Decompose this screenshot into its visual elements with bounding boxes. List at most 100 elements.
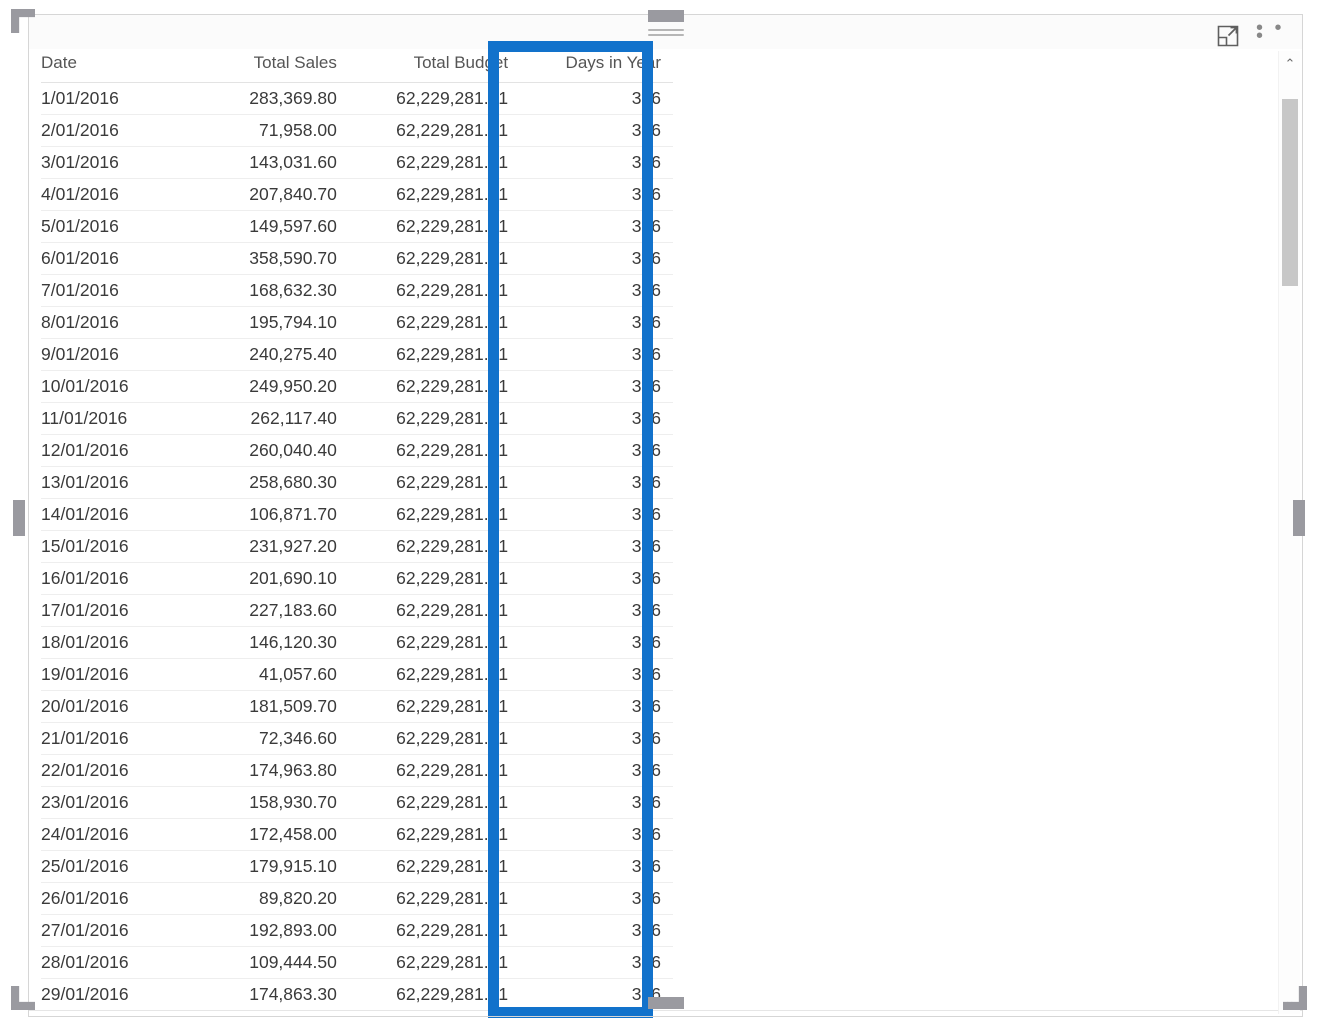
table-scroll-region[interactable]: Date Total Sales Total Budget Days in Ye… — [29, 49, 1302, 1016]
cell-days-in-year: 366 — [520, 754, 673, 787]
cell-total-sales: 158,930.70 — [185, 786, 349, 819]
table-row[interactable]: 25/01/2016 179,915.10 62,229,281.41 366 — [41, 850, 673, 883]
table-row[interactable]: 17/01/2016 227,183.60 62,229,281.41 366 — [41, 594, 673, 627]
cell-total-budget: 62,229,281.41 — [348, 306, 521, 339]
cell-date: 19/01/2016 — [41, 658, 186, 691]
cell-total-budget: 62,229,281.41 — [348, 498, 521, 531]
cell-date: 16/01/2016 — [41, 562, 186, 595]
table-row[interactable]: 21/01/2016 72,346.60 62,229,281.41 366 — [41, 722, 673, 755]
cell-total-budget: 62,229,281.41 — [348, 690, 521, 723]
table-row[interactable]: 22/01/2016 174,963.80 62,229,281.41 366 — [41, 754, 673, 787]
drag-handle-icon[interactable] — [647, 29, 684, 38]
table-row[interactable]: 20/01/2016 181,509.70 62,229,281.41 366 — [41, 690, 673, 723]
cell-days-in-year: 366 — [520, 658, 673, 691]
table-row[interactable]: 19/01/2016 41,057.60 62,229,281.41 366 — [41, 658, 673, 691]
table-visual-container[interactable]: • • • Date Total Sales Total Budget Days… — [28, 14, 1303, 1018]
cell-total-budget: 62,229,281.41 — [348, 338, 521, 371]
cell-date: 4/01/2016 — [41, 178, 186, 211]
cell-days-in-year: 366 — [520, 82, 673, 115]
focus-mode-icon[interactable] — [1214, 22, 1242, 50]
cell-total-budget: 62,229,281.41 — [348, 146, 521, 179]
cell-total-sales: 260,040.40 — [185, 434, 349, 467]
cell-days-in-year: 366 — [520, 722, 673, 755]
cell-total-sales: 283,369.80 — [185, 82, 349, 115]
cell-date: 29/01/2016 — [41, 978, 186, 1011]
cell-days-in-year: 366 — [520, 178, 673, 211]
table-row[interactable]: 3/01/2016 143,031.60 62,229,281.41 366 — [41, 146, 673, 179]
cell-date: 28/01/2016 — [41, 946, 186, 979]
table-row[interactable]: 27/01/2016 192,893.00 62,229,281.41 366 — [41, 914, 673, 947]
cell-date: 26/01/2016 — [41, 882, 186, 915]
cell-total-sales: 181,509.70 — [185, 690, 349, 723]
table-row[interactable]: 8/01/2016 195,794.10 62,229,281.41 366 — [41, 306, 673, 339]
cell-date: 2/01/2016 — [41, 114, 186, 147]
table-row[interactable]: 26/01/2016 89,820.20 62,229,281.41 366 — [41, 882, 673, 915]
table-row[interactable]: 5/01/2016 149,597.60 62,229,281.41 366 — [41, 210, 673, 243]
resize-handle-left-middle[interactable] — [13, 500, 25, 536]
column-header-total-budget[interactable]: Total Budget — [348, 49, 521, 83]
cell-date: 7/01/2016 — [41, 274, 186, 307]
cell-days-in-year: 366 — [520, 466, 673, 499]
selection-outline-bottom — [28, 1016, 1303, 1017]
cell-total-sales: 174,963.80 — [185, 754, 349, 787]
table-row[interactable]: 29/01/2016 174,863.30 62,229,281.41 366 — [41, 978, 673, 1011]
cell-date: 9/01/2016 — [41, 338, 186, 371]
cell-days-in-year: 366 — [520, 210, 673, 243]
cell-date: 8/01/2016 — [41, 306, 186, 339]
cell-total-budget: 62,229,281.41 — [348, 242, 521, 275]
cell-total-sales: 358,590.70 — [185, 242, 349, 275]
table-row[interactable]: 23/01/2016 158,930.70 62,229,281.41 366 — [41, 786, 673, 819]
scrollbar-thumb[interactable] — [1282, 99, 1298, 286]
table-row[interactable]: 4/01/2016 207,840.70 62,229,281.41 366 — [41, 178, 673, 211]
table-row[interactable]: 18/01/2016 146,120.30 62,229,281.41 366 — [41, 626, 673, 659]
cell-date: 27/01/2016 — [41, 914, 186, 947]
more-options-icon[interactable]: • • • — [1256, 18, 1292, 50]
table-header: Date Total Sales Total Budget Days in Ye… — [41, 49, 673, 83]
column-header-date[interactable]: Date — [41, 49, 186, 83]
table-row[interactable]: 10/01/2016 249,950.20 62,229,281.41 366 — [41, 370, 673, 403]
table-row[interactable]: 28/01/2016 109,444.50 62,229,281.41 366 — [41, 946, 673, 979]
cell-total-budget: 62,229,281.41 — [348, 978, 521, 1011]
cell-total-sales: 207,840.70 — [185, 178, 349, 211]
resize-handle-bottom-center[interactable] — [648, 997, 684, 1009]
table-row[interactable]: 13/01/2016 258,680.30 62,229,281.41 366 — [41, 466, 673, 499]
table-row[interactable]: 14/01/2016 106,871.70 62,229,281.41 366 — [41, 498, 673, 531]
cell-total-sales: 195,794.10 — [185, 306, 349, 339]
table-row[interactable]: 11/01/2016 262,117.40 62,229,281.41 366 — [41, 402, 673, 435]
cell-date: 25/01/2016 — [41, 850, 186, 883]
table-row[interactable]: 15/01/2016 231,927.20 62,229,281.41 366 — [41, 530, 673, 563]
table-row[interactable]: 1/01/2016 283,369.80 62,229,281.41 366 — [41, 82, 673, 115]
cell-total-sales: 240,275.40 — [185, 338, 349, 371]
table-row[interactable]: 24/01/2016 172,458.00 62,229,281.41 366 — [41, 818, 673, 851]
cell-total-budget: 62,229,281.41 — [348, 114, 521, 147]
cell-total-budget: 62,229,281.41 — [348, 626, 521, 659]
cell-total-sales: 201,690.10 — [185, 562, 349, 595]
cell-date: 11/01/2016 — [41, 402, 186, 435]
cell-date: 20/01/2016 — [41, 690, 186, 723]
table-row[interactable]: 9/01/2016 240,275.40 62,229,281.41 366 — [41, 338, 673, 371]
resize-handle-top-center[interactable] — [648, 10, 684, 22]
visual-actions: • • • — [1214, 18, 1292, 50]
column-header-total-sales[interactable]: Total Sales — [185, 49, 349, 83]
cell-date: 21/01/2016 — [41, 722, 186, 755]
column-header-days-in-year[interactable]: Days in Year — [520, 49, 673, 83]
cell-days-in-year: 366 — [520, 434, 673, 467]
chevron-up-icon[interactable]: ⌃ — [1279, 53, 1301, 75]
cell-total-sales: 71,958.00 — [185, 114, 349, 147]
cell-total-budget: 62,229,281.41 — [348, 594, 521, 627]
table-row[interactable]: 7/01/2016 168,632.30 62,229,281.41 366 — [41, 274, 673, 307]
cell-total-budget: 62,229,281.41 — [348, 530, 521, 563]
cell-total-budget: 62,229,281.41 — [348, 82, 521, 115]
cell-total-sales: 89,820.20 — [185, 882, 349, 915]
cell-total-sales: 41,057.60 — [185, 658, 349, 691]
cell-total-sales: 231,927.20 — [185, 530, 349, 563]
cell-days-in-year: 366 — [520, 850, 673, 883]
table-row[interactable]: 12/01/2016 260,040.40 62,229,281.41 366 — [41, 434, 673, 467]
cell-days-in-year: 366 — [520, 146, 673, 179]
table-row[interactable]: 16/01/2016 201,690.10 62,229,281.41 366 — [41, 562, 673, 595]
resize-handle-right-middle[interactable] — [1293, 500, 1305, 536]
table-row[interactable]: 6/01/2016 358,590.70 62,229,281.41 366 — [41, 242, 673, 275]
table-row[interactable]: 2/01/2016 71,958.00 62,229,281.41 366 — [41, 114, 673, 147]
cell-total-sales: 109,444.50 — [185, 946, 349, 979]
cell-total-budget: 62,229,281.41 — [348, 402, 521, 435]
